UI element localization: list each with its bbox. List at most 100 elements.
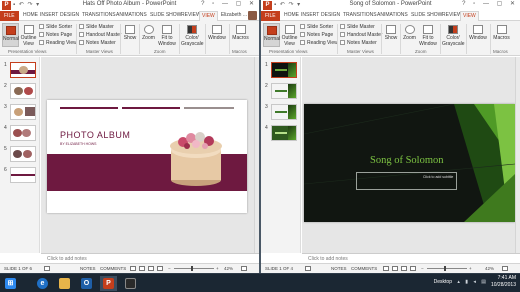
window-controls[interactable]: ? ▫ — ▢ ✕: [201, 0, 257, 7]
notes-master-button[interactable]: Notes Master: [340, 40, 377, 46]
desktop-toolbar-label[interactable]: Desktop: [434, 279, 452, 285]
slide-thumbnail[interactable]: 2: [265, 83, 298, 103]
outline-view-button[interactable]: Outline View: [20, 23, 37, 47]
zoom-level[interactable]: 42%: [485, 266, 494, 271]
spellcheck-icon[interactable]: [305, 266, 311, 271]
slide-editing-area[interactable]: PHOTO ALBUM BY ELIZABETH HOWS: [41, 57, 259, 253]
outline-view-button[interactable]: Outline View: [281, 23, 298, 47]
slide-thumbnail[interactable]: 1: [4, 62, 37, 82]
subtitle-placeholder[interactable]: Click to add subtitle: [356, 172, 457, 190]
hat-box-photo[interactable]: [165, 120, 227, 188]
slide-sorter-status-icon[interactable]: [392, 266, 398, 271]
fit-slide-icon[interactable]: [241, 266, 247, 271]
slide-sorter-button[interactable]: Slide Sorter: [300, 24, 333, 30]
tab-home[interactable]: HOME: [23, 12, 38, 18]
tab-insert[interactable]: INSERT: [40, 12, 58, 18]
notes-pane[interactable]: Click to add notes: [41, 253, 259, 263]
zoom-slider[interactable]: [174, 268, 214, 269]
spellcheck-icon[interactable]: [44, 266, 50, 271]
tab-review[interactable]: REVIEW: [181, 12, 201, 18]
reading-view-status-icon[interactable]: [148, 266, 154, 271]
avatar[interactable]: [248, 11, 257, 20]
slide-thumbnail[interactable]: 3: [265, 104, 298, 124]
zoom-out-button[interactable]: −: [421, 266, 424, 271]
zoom-in-button[interactable]: +: [216, 266, 219, 271]
taskbar-powerpoint[interactable]: P: [100, 276, 117, 291]
tab-insert[interactable]: INSERT: [301, 12, 319, 18]
zoom-out-button[interactable]: −: [168, 266, 171, 271]
slide-sorter-button[interactable]: Slide Sorter: [39, 24, 72, 30]
tab-file[interactable]: FILE: [261, 11, 280, 21]
taskbar-internet-explorer[interactable]: e: [34, 276, 51, 291]
tab-view[interactable]: VIEW: [199, 11, 218, 21]
slide-thumbnail[interactable]: 6: [4, 167, 37, 187]
system-clock[interactable]: 7:41 AM 10/28/2013: [491, 275, 516, 289]
current-slide[interactable]: Song of Solomon Click to add subtitle: [304, 104, 515, 222]
zoom-slider[interactable]: [427, 268, 467, 269]
tab-home[interactable]: HOME: [284, 12, 299, 18]
slide-thumbnail[interactable]: 1: [265, 62, 298, 82]
show-button[interactable]: Show: [123, 23, 137, 47]
tab-review[interactable]: REVIEW: [442, 12, 462, 18]
notes-pane[interactable]: Click to add notes: [302, 253, 520, 263]
color-grayscale-button[interactable]: Color/ Grayscale: [181, 23, 204, 47]
reading-view-status-icon[interactable]: [401, 266, 407, 271]
handout-master-button[interactable]: Handout Master: [340, 32, 383, 38]
tab-transitions[interactable]: TRANSITIONS: [343, 12, 377, 18]
window-button[interactable]: Window: [468, 23, 488, 47]
show-button[interactable]: Show: [384, 23, 398, 47]
handout-master-button[interactable]: Handout Master: [79, 32, 122, 38]
slide-thumbnails-pane[interactable]: 1 2 3 4: [261, 57, 301, 253]
start-button[interactable]: ⊞: [2, 276, 19, 291]
color-grayscale-button[interactable]: Color/ Grayscale: [442, 23, 465, 47]
fit-to-window-button[interactable]: Fit to Window: [418, 23, 438, 47]
slide-thumbnails-pane[interactable]: 1 2 3 4 5 6: [0, 57, 40, 253]
slide-sorter-status-icon[interactable]: [139, 266, 145, 271]
slide-show-status-icon[interactable]: [410, 266, 416, 271]
tab-animations[interactable]: ANIMATIONS: [116, 12, 147, 18]
zoom-in-button[interactable]: +: [469, 266, 472, 271]
slide-thumbnail[interactable]: 3: [4, 104, 37, 124]
slide-subtitle[interactable]: BY ELIZABETH HOWS: [60, 142, 97, 146]
tab-design[interactable]: DESIGN: [321, 12, 340, 18]
reading-view-button[interactable]: Reading View: [300, 40, 338, 46]
slide-thumbnail[interactable]: 4: [265, 125, 298, 145]
comments-toggle[interactable]: COMMENTS: [100, 266, 126, 271]
vertical-scrollbar[interactable]: [515, 57, 520, 253]
zoom-button[interactable]: Zoom: [141, 23, 156, 47]
slide-editing-area[interactable]: Song of Solomon Click to add subtitle: [302, 57, 520, 253]
slide-thumbnail[interactable]: 4: [4, 125, 37, 145]
slide-show-status-icon[interactable]: [157, 266, 163, 271]
normal-view-status-icon[interactable]: [383, 266, 389, 271]
tab-slide-show[interactable]: SLIDE SHOW: [150, 12, 181, 18]
window-controls[interactable]: ? ▫ — ▢ ✕: [462, 0, 518, 7]
fit-slide-icon[interactable]: [502, 266, 508, 271]
zoom-button[interactable]: Zoom: [402, 23, 417, 47]
reading-view-button[interactable]: Reading View: [39, 40, 77, 46]
tab-transitions[interactable]: TRANSITIONS: [82, 12, 116, 18]
notes-toggle[interactable]: NOTES: [331, 266, 347, 271]
tab-design[interactable]: DESIGN: [60, 12, 79, 18]
notes-page-button[interactable]: Notes Page: [300, 32, 333, 38]
notification-area-icons[interactable]: ▴ ▮ ◂ ▤: [457, 279, 488, 285]
slide-thumbnail[interactable]: 2: [4, 83, 37, 103]
notes-toggle[interactable]: NOTES: [80, 266, 96, 271]
tab-animations[interactable]: ANIMATIONS: [377, 12, 408, 18]
slide-thumbnail[interactable]: 5: [4, 146, 37, 166]
slide-master-button[interactable]: Slide Master: [79, 24, 114, 30]
notes-master-button[interactable]: Notes Master: [79, 40, 116, 46]
normal-view-status-icon[interactable]: [130, 266, 136, 271]
notes-placeholder[interactable]: Click to add notes: [308, 256, 348, 262]
zoom-slider-handle[interactable]: [444, 266, 446, 271]
taskbar-file-explorer[interactable]: [56, 276, 73, 291]
normal-view-button[interactable]: Normal: [2, 23, 19, 47]
slide-title[interactable]: Song of Solomon: [370, 155, 444, 166]
notes-page-button[interactable]: Notes Page: [39, 32, 72, 38]
user-name[interactable]: Elizabeth ...: [221, 12, 247, 18]
zoom-level[interactable]: 42%: [224, 266, 233, 271]
zoom-slider-handle[interactable]: [191, 266, 193, 271]
normal-view-button[interactable]: Normal: [263, 23, 280, 47]
current-slide[interactable]: PHOTO ALBUM BY ELIZABETH HOWS: [47, 100, 247, 213]
taskbar-media-app[interactable]: [122, 276, 139, 291]
tab-slide-show[interactable]: SLIDE SHOW: [411, 12, 442, 18]
